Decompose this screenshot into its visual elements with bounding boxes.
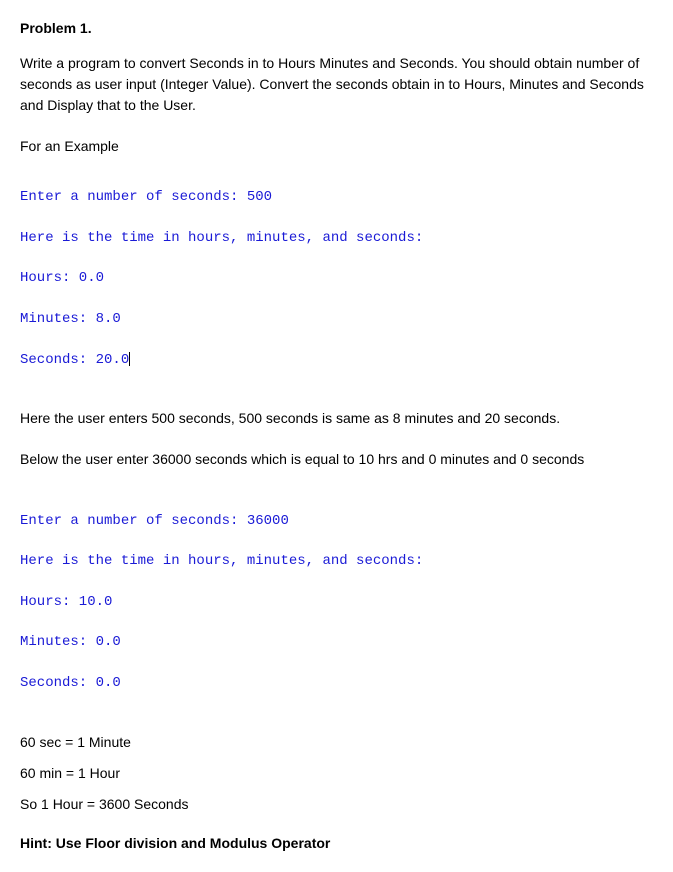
code-line: Here is the time in hours, minutes, and …: [20, 228, 653, 248]
code-line: Here is the time in hours, minutes, and …: [20, 551, 653, 571]
explanation-1: Here the user enters 500 seconds, 500 se…: [20, 408, 653, 429]
hint-label: Hint:: [20, 835, 52, 851]
hint-text: Use Floor division and Modulus Operator: [52, 835, 330, 851]
fact-line: 60 min = 1 Hour: [20, 763, 653, 784]
code-line: Seconds: 0.0: [20, 673, 653, 693]
code-example-1: Enter a number of seconds: 500 Here is t…: [20, 167, 653, 390]
explanation-2: Below the user enter 36000 seconds which…: [20, 449, 653, 470]
problem-title: Problem 1.: [20, 18, 653, 39]
problem-description: Write a program to convert Seconds in to…: [20, 53, 653, 116]
code-line: Minutes: 0.0: [20, 632, 653, 652]
fact-line: So 1 Hour = 3600 Seconds: [20, 794, 653, 815]
code-line: Enter a number of seconds: 36000: [20, 511, 653, 531]
code-example-2: Enter a number of seconds: 36000 Here is…: [20, 490, 653, 713]
code-line: Hours: 10.0: [20, 592, 653, 612]
code-line: Hours: 0.0: [20, 268, 653, 288]
code-line: Seconds: 20.0: [20, 350, 653, 370]
hint: Hint: Use Floor division and Modulus Ope…: [20, 833, 653, 854]
conversion-facts: 60 sec = 1 Minute 60 min = 1 Hour So 1 H…: [20, 732, 653, 815]
fact-line: 60 sec = 1 Minute: [20, 732, 653, 753]
code-line: Enter a number of seconds: 500: [20, 187, 653, 207]
code-line: Minutes: 8.0: [20, 309, 653, 329]
example-label: For an Example: [20, 136, 653, 157]
